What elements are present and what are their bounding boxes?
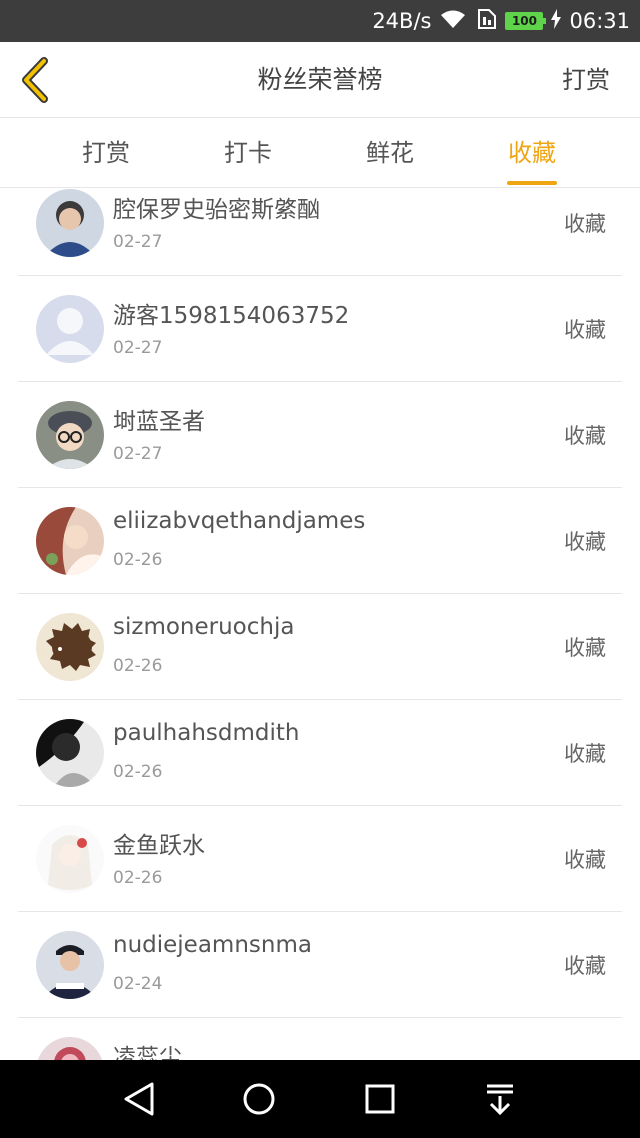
wifi-icon	[439, 8, 467, 35]
avatar[interactable]	[36, 825, 104, 893]
action-label: 收藏	[564, 954, 606, 978]
avatar[interactable]	[36, 1037, 104, 1060]
navigation-bar	[0, 1060, 640, 1138]
list-item[interactable]: 埘蓝圣者 02-27 收藏	[18, 382, 622, 488]
user-name: paulhahsdmdith	[113, 720, 300, 746]
date: 02-27	[113, 338, 163, 358]
avatar[interactable]	[36, 401, 104, 469]
clock: 06:31	[569, 9, 630, 33]
date: 02-26	[113, 656, 163, 676]
square-recents-icon	[365, 1084, 395, 1114]
tab-checkin[interactable]: 打卡	[177, 118, 319, 187]
charging-icon	[551, 8, 562, 34]
action-label: 收藏	[564, 848, 606, 872]
nav-recents-button[interactable]	[340, 1060, 420, 1138]
list-item[interactable]: paulhahsdmdith 02-26 收藏	[18, 700, 622, 806]
date: 02-27	[113, 232, 163, 252]
action-label: 收藏	[564, 318, 606, 342]
date: 02-26	[113, 868, 163, 888]
avatar[interactable]	[36, 613, 104, 681]
user-name: 游客1598154063752	[113, 303, 350, 329]
header: 粉丝荣誉榜 打赏	[0, 42, 640, 118]
circle-home-icon	[243, 1083, 275, 1115]
action-label: 收藏	[564, 742, 606, 766]
action-label: 收藏	[564, 530, 606, 554]
list-item[interactable]: 凌蕊尘 收藏	[18, 1018, 622, 1060]
nav-notification-button[interactable]	[460, 1060, 540, 1138]
date: 02-26	[113, 762, 163, 782]
avatar[interactable]	[36, 189, 104, 257]
battery-icon: 100	[505, 12, 547, 30]
action-label: 收藏	[564, 636, 606, 660]
user-name: sizmoneruochja	[113, 614, 295, 640]
list-item[interactable]: nudiejeamnsnma 02-24 收藏	[18, 912, 622, 1018]
status-bar: 24B/s 100 06:31	[0, 0, 640, 42]
nav-home-button[interactable]	[219, 1060, 299, 1138]
list-item[interactable]: 腔保罗史骀密斯綮酗 02-27 收藏	[18, 188, 622, 276]
reward-button[interactable]: 打赏	[562, 42, 610, 118]
user-name: nudiejeamnsnma	[113, 932, 312, 958]
user-name: 腔保罗史骀密斯綮酗	[113, 197, 320, 223]
list-item[interactable]: 金鱼跃水 02-26 收藏	[18, 806, 622, 912]
action-label: 收藏	[564, 424, 606, 448]
avatar[interactable]	[36, 931, 104, 999]
list-item[interactable]: sizmoneruochja 02-26 收藏	[18, 594, 622, 700]
avatar[interactable]	[36, 295, 104, 363]
fan-list[interactable]: 腔保罗史骀密斯綮酗 02-27 收藏 游客1598154063752 02-27…	[0, 188, 640, 1060]
tab-bar: 打赏 打卡 鲜花 收藏	[0, 118, 640, 188]
tab-favorites[interactable]: 收藏	[461, 118, 603, 187]
user-name: 埘蓝圣者	[113, 409, 205, 435]
back-button[interactable]	[14, 56, 54, 104]
nav-back-button[interactable]	[99, 1060, 179, 1138]
user-name: 金鱼跃水	[113, 833, 205, 859]
user-name: eliizabvqethandjames	[113, 508, 366, 534]
pull-down-icon	[487, 1084, 513, 1116]
tab-reward[interactable]: 打赏	[35, 118, 177, 187]
date: 02-27	[113, 444, 163, 464]
list-item[interactable]: eliizabvqethandjames 02-26 收藏	[18, 488, 622, 594]
avatar[interactable]	[36, 507, 104, 575]
user-name: 凌蕊尘	[113, 1045, 182, 1060]
list-item[interactable]: 游客1598154063752 02-27 收藏	[18, 276, 622, 382]
network-speed: 24B/s	[372, 9, 432, 33]
date: 02-24	[113, 974, 163, 994]
tab-flowers[interactable]: 鲜花	[319, 118, 461, 187]
sim-icon	[475, 8, 497, 35]
triangle-back-icon	[124, 1082, 154, 1116]
back-chevron-icon	[22, 57, 48, 103]
avatar[interactable]	[36, 719, 104, 787]
page-title: 粉丝荣誉榜	[257, 65, 383, 94]
action-label: 收藏	[564, 212, 606, 236]
date: 02-26	[113, 550, 163, 570]
